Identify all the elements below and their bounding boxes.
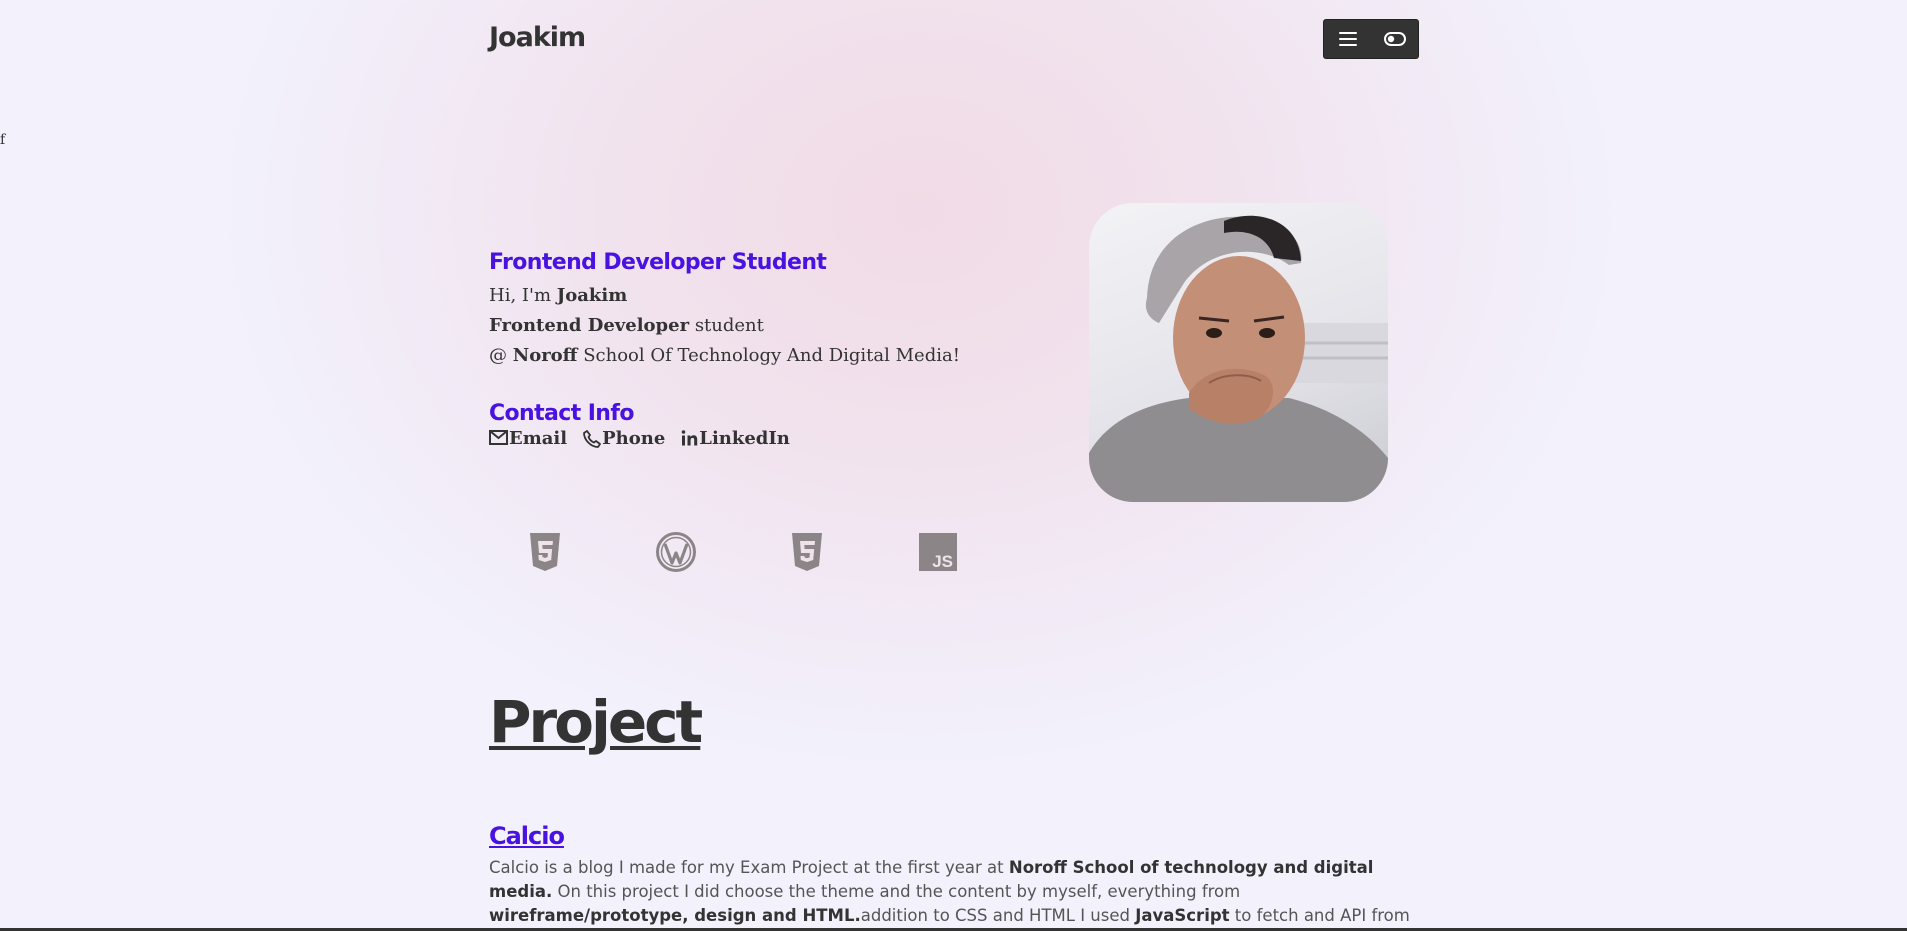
skill-wordpress xyxy=(656,532,696,572)
wordpress-icon xyxy=(656,532,696,572)
role-heading: Frontend Developer Student xyxy=(489,250,827,275)
menu-button[interactable] xyxy=(1330,24,1366,54)
css3-icon xyxy=(792,533,822,571)
project-description: Calcio is a blog I made for my Exam Proj… xyxy=(489,858,1410,931)
linkedin-icon xyxy=(681,430,698,446)
nav-toolbar xyxy=(1323,19,1419,59)
skill-javascript: JS xyxy=(918,532,958,572)
toggle-icon xyxy=(1383,32,1406,46)
phone-icon xyxy=(583,430,602,448)
intro-text: Hi, I'm Joakim Frontend Developer studen… xyxy=(489,281,1049,371)
html5-icon xyxy=(530,533,560,571)
javascript-icon: JS xyxy=(919,533,957,571)
email-link[interactable]: Email xyxy=(489,428,567,449)
project-title-link[interactable]: Calcio xyxy=(489,822,565,850)
top-nav: Joakim xyxy=(489,0,1419,80)
intro-line-1: Hi, I'm Joakim xyxy=(489,285,628,306)
linkedin-link[interactable]: LinkedIn xyxy=(681,428,790,449)
mail-icon xyxy=(489,430,508,445)
skills-row: JS xyxy=(525,532,958,572)
profile-photo xyxy=(1089,203,1388,502)
hamburger-icon xyxy=(1338,32,1357,46)
phone-link[interactable]: Phone xyxy=(583,428,665,449)
skill-html5 xyxy=(525,532,565,572)
brand-logo[interactable]: Joakim xyxy=(489,22,586,53)
hero-section: Frontend Developer Student Hi, I'm Joaki… xyxy=(489,250,1049,449)
contact-heading: Contact Info xyxy=(489,401,634,426)
contact-links: Email Phone LinkedIn xyxy=(489,428,1049,449)
intro-line-2: Frontend Developer student xyxy=(489,315,764,336)
page-container: Joakim Frontend Developer Student Hi, I'… xyxy=(489,0,1419,931)
stray-text: f xyxy=(0,132,6,148)
portrait-illustration xyxy=(1089,215,1388,502)
intro-line-3: @ Noroff School Of Technology And Digita… xyxy=(489,345,960,366)
svg-text:JS: JS xyxy=(932,552,953,571)
projects-heading: Project xyxy=(489,688,703,756)
theme-toggle-button[interactable] xyxy=(1377,24,1413,54)
skill-css3 xyxy=(787,532,827,572)
